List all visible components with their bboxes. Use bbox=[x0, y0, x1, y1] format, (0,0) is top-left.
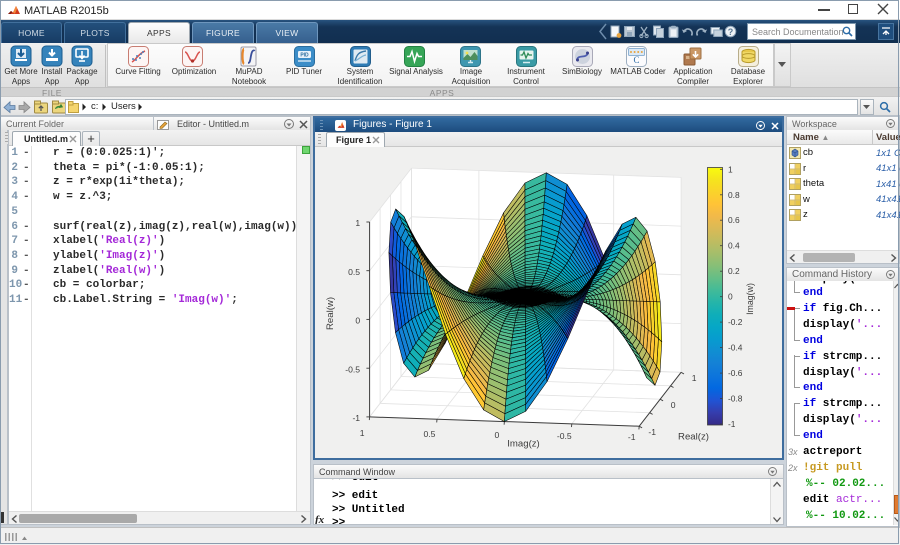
svg-text:0: 0 bbox=[495, 430, 500, 440]
svg-text:-1: -1 bbox=[728, 419, 736, 429]
svg-text:-0.5: -0.5 bbox=[345, 364, 360, 374]
svg-text:Real(z): Real(z) bbox=[678, 432, 709, 443]
svg-text:-0.4: -0.4 bbox=[728, 343, 743, 353]
svg-text:-0.2: -0.2 bbox=[728, 317, 743, 327]
svg-text:0.5: 0.5 bbox=[348, 267, 360, 277]
svg-text:-0.8: -0.8 bbox=[728, 394, 743, 404]
svg-text:0: 0 bbox=[671, 400, 676, 410]
svg-text:0: 0 bbox=[728, 292, 733, 302]
svg-text:1: 1 bbox=[692, 373, 697, 383]
svg-text:Imag(z): Imag(z) bbox=[507, 439, 540, 450]
svg-text:-1: -1 bbox=[628, 432, 636, 442]
svg-text:0.6: 0.6 bbox=[728, 215, 740, 225]
svg-text:-0.5: -0.5 bbox=[557, 431, 572, 441]
svg-text:Real(w): Real(w) bbox=[325, 297, 336, 330]
svg-text:-1: -1 bbox=[352, 413, 360, 423]
svg-text:PID: PID bbox=[300, 53, 309, 59]
svg-text:1: 1 bbox=[355, 218, 360, 228]
svg-text:Imag(w): Imag(w) bbox=[745, 283, 755, 315]
svg-text:0.8: 0.8 bbox=[728, 190, 740, 200]
svg-text:1: 1 bbox=[360, 428, 365, 438]
svg-text:1: 1 bbox=[728, 164, 733, 174]
svg-text:-1: -1 bbox=[648, 427, 656, 437]
svg-text:0.5: 0.5 bbox=[424, 429, 436, 439]
svg-text:0.4: 0.4 bbox=[728, 241, 740, 251]
svg-text:?: ? bbox=[728, 27, 734, 37]
svg-text:0: 0 bbox=[355, 316, 360, 326]
svg-text:0.2: 0.2 bbox=[728, 266, 740, 276]
svg-text:-0.6: -0.6 bbox=[728, 368, 743, 378]
svg-text:C: C bbox=[633, 55, 639, 65]
